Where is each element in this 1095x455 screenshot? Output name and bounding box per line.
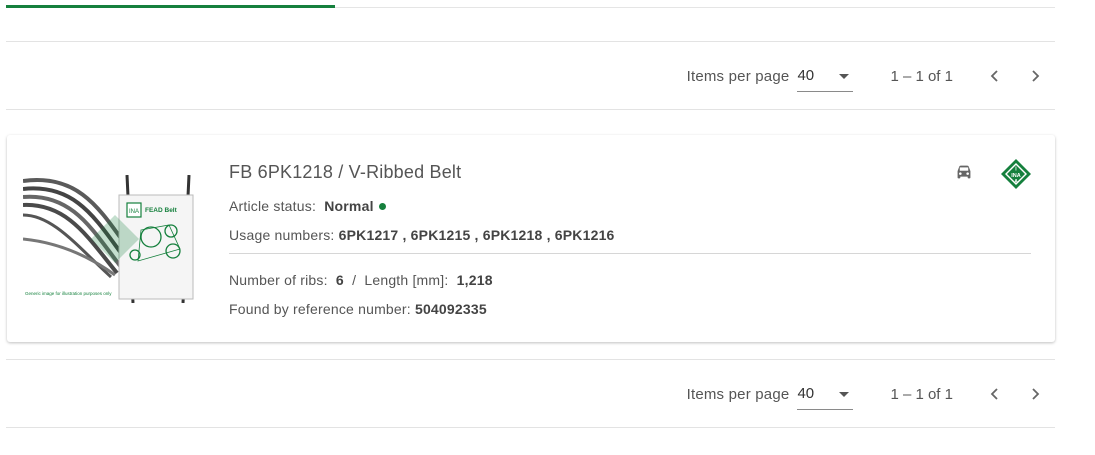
page-range-label: 1 – 1 of 1 <box>890 67 953 85</box>
status-indicator-icon <box>378 203 386 210</box>
previous-page-button[interactable] <box>975 56 1015 96</box>
card-divider <box>229 253 1031 254</box>
result-card[interactable]: INA FEAD Belt Generic image for illustra… <box>7 135 1055 342</box>
reference-label: Found by reference number: <box>229 301 411 317</box>
page-size-select[interactable]: 40 <box>797 378 854 410</box>
specs-row: Number of ribs: 6 / Length [mm]: 1,218 <box>229 272 493 288</box>
dropdown-arrow-icon <box>839 74 850 79</box>
next-page-button[interactable] <box>1015 374 1055 414</box>
product-image[interactable]: INA FEAD Belt Generic image for illustra… <box>23 175 199 303</box>
paginator-bottom: Items per page 40 1 – 1 of 1 <box>6 360 1055 428</box>
loading-progress-bar <box>6 5 335 8</box>
ribs-label: Number of ribs: <box>229 272 328 288</box>
spec-separator: / <box>352 272 357 288</box>
svg-text:Generic image for illustration: Generic image for illustration purposes … <box>25 291 112 296</box>
items-per-page-label: Items per page <box>686 385 790 403</box>
article-status-value: Normal <box>324 198 374 214</box>
article-status-label: Article status: <box>229 198 317 214</box>
chevron-left-icon <box>990 388 998 400</box>
length-label: Length [mm]: <box>364 272 449 288</box>
length-value: 1,218 <box>456 272 493 288</box>
reference-row: Found by reference number: 504092335 <box>229 301 487 317</box>
article-status-row: Article status: Normal <box>229 198 386 214</box>
items-per-page-label: Items per page <box>686 67 790 85</box>
page-size-value: 40 <box>797 385 815 402</box>
page-size-select[interactable]: 40 <box>797 60 854 92</box>
car-icon[interactable] <box>953 161 975 183</box>
page-range-label: 1 – 1 of 1 <box>890 385 953 403</box>
usage-numbers-label: Usage numbers: <box>229 227 335 243</box>
previous-page-button[interactable] <box>975 374 1015 414</box>
v-ribbed-belt-image: INA FEAD Belt Generic image for illustra… <box>23 175 199 303</box>
next-page-button[interactable] <box>1015 56 1055 96</box>
search-results-page: Items per page 40 1 – 1 of 1 INA FEAD Be… <box>0 0 1095 455</box>
reference-value: 504092335 <box>414 301 487 317</box>
product-title[interactable]: FB 6PK1218 / V-Ribbed Belt <box>229 162 461 183</box>
page-size-value: 40 <box>797 67 815 84</box>
ribs-value: 6 <box>335 272 344 288</box>
usage-numbers-value: 6PK1217 , 6PK1215 , 6PK1218 , 6PK1216 <box>338 227 615 243</box>
chevron-right-icon <box>1032 70 1040 82</box>
divider <box>6 109 1055 110</box>
svg-text:FEAD Belt: FEAD Belt <box>145 207 178 214</box>
chevron-right-icon <box>1032 388 1040 400</box>
svg-text:INA: INA <box>129 209 139 215</box>
usage-numbers-row: Usage numbers: 6PK1217 , 6PK1215 , 6PK12… <box>229 227 615 243</box>
ina-logo-icon: I INA A <box>1001 159 1031 189</box>
chevron-left-icon <box>990 70 998 82</box>
divider <box>6 427 1055 428</box>
dropdown-arrow-icon <box>839 392 850 397</box>
svg-text:A: A <box>1014 179 1018 185</box>
paginator-top: Items per page 40 1 – 1 of 1 <box>6 42 1055 110</box>
